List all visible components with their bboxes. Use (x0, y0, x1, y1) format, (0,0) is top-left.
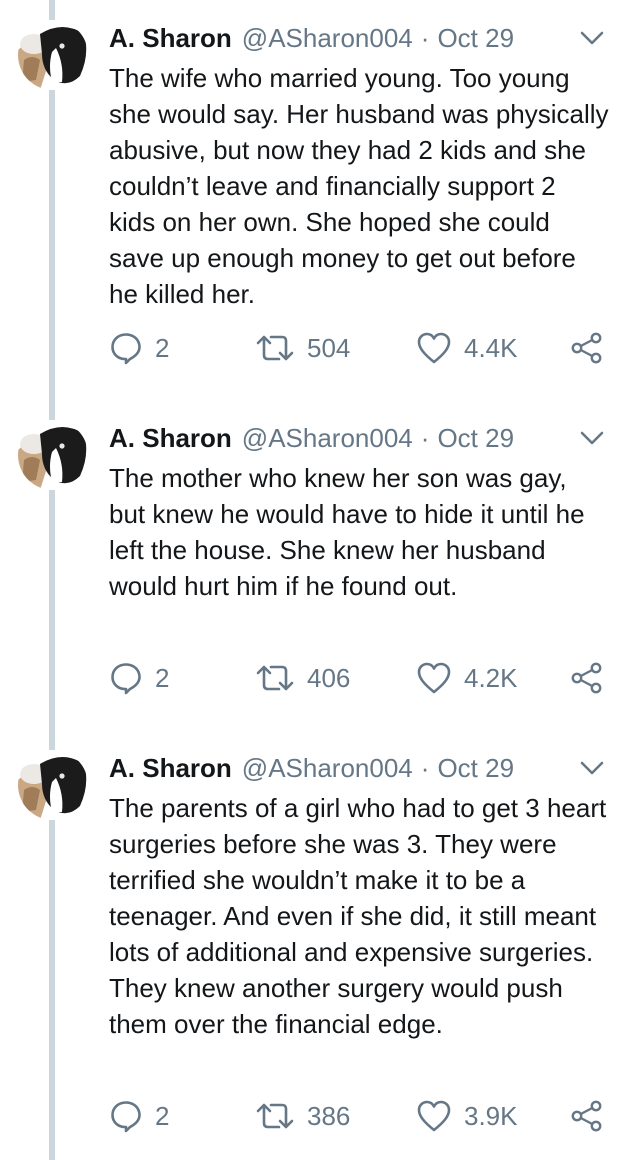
reply-count: 2 (155, 333, 170, 363)
author-handle[interactable]: @ASharon004 (242, 420, 413, 456)
reply-button[interactable]: 2 (109, 328, 169, 368)
share-button[interactable] (570, 328, 604, 368)
tweet-date[interactable]: Oct 29 (437, 420, 514, 456)
author-handle[interactable]: @ASharon004 (242, 20, 413, 56)
reply-count: 2 (155, 1101, 170, 1131)
heart-icon (416, 331, 452, 365)
reply-button[interactable]: 2 (109, 1096, 169, 1136)
speech-bubble-icon (109, 1099, 143, 1133)
tweet-header: A. Sharon @ASharon004 · Oct 29 (109, 750, 604, 786)
tweet-text: The parents of a girl who had to get 3 h… (109, 793, 607, 1039)
retweet-count: 406 (307, 663, 351, 693)
avatar[interactable] (18, 750, 88, 820)
tweet-text: The mother who knew her son was gay, but… (109, 463, 585, 601)
retweet-arrows-icon (255, 331, 295, 365)
speech-bubble-icon (109, 661, 143, 695)
like-button[interactable]: 3.9K (416, 1096, 518, 1136)
like-button[interactable]: 4.2K (416, 658, 518, 698)
retweet-arrows-icon (255, 661, 295, 695)
reply-count: 2 (155, 663, 170, 693)
share-icon (570, 1099, 604, 1133)
share-button[interactable] (570, 1096, 604, 1136)
author-handle[interactable]: @ASharon004 (242, 750, 413, 786)
author-name[interactable]: A. Sharon (109, 750, 232, 786)
like-count: 3.9K (464, 1101, 518, 1131)
separator-dot: · (420, 23, 430, 53)
heart-icon (416, 661, 452, 695)
tweet-date[interactable]: Oct 29 (437, 750, 514, 786)
retweet-count: 504 (307, 333, 351, 363)
avatar[interactable] (18, 20, 88, 90)
avatar[interactable] (18, 420, 88, 490)
like-button[interactable]: 4.4K (416, 328, 518, 368)
heart-icon (416, 1099, 452, 1133)
share-icon (570, 661, 604, 695)
chevron-down-icon[interactable] (578, 754, 606, 782)
tweet-actions: 2 386 3.9K (109, 1096, 624, 1136)
chevron-down-icon[interactable] (578, 424, 606, 452)
retweet-count: 386 (307, 1101, 351, 1131)
thread-connector-line (49, 0, 55, 1160)
retweet-button[interactable]: 504 (255, 328, 350, 368)
retweet-button[interactable]: 386 (255, 1096, 350, 1136)
tweet-header: A. Sharon @ASharon004 · Oct 29 (109, 420, 604, 456)
reply-button[interactable]: 2 (109, 658, 169, 698)
share-button[interactable] (570, 658, 604, 698)
separator-dot: · (420, 753, 430, 783)
tweet-actions: 2 504 4.4K (109, 328, 624, 368)
retweet-arrows-icon (255, 1099, 295, 1133)
speech-bubble-icon (109, 331, 143, 365)
share-icon (570, 331, 604, 365)
author-name[interactable]: A. Sharon (109, 420, 232, 456)
chevron-down-icon[interactable] (578, 24, 606, 52)
like-count: 4.2K (464, 663, 518, 693)
tweet-date[interactable]: Oct 29 (437, 20, 514, 56)
tweet-header: A. Sharon @ASharon004 · Oct 29 (109, 20, 604, 56)
tweet-text: The wife who married young. Too young sh… (109, 63, 609, 309)
separator-dot: · (420, 423, 430, 453)
author-name[interactable]: A. Sharon (109, 20, 232, 56)
tweet-actions: 2 406 4.2K (109, 658, 624, 698)
retweet-button[interactable]: 406 (255, 658, 350, 698)
like-count: 4.4K (464, 333, 518, 363)
